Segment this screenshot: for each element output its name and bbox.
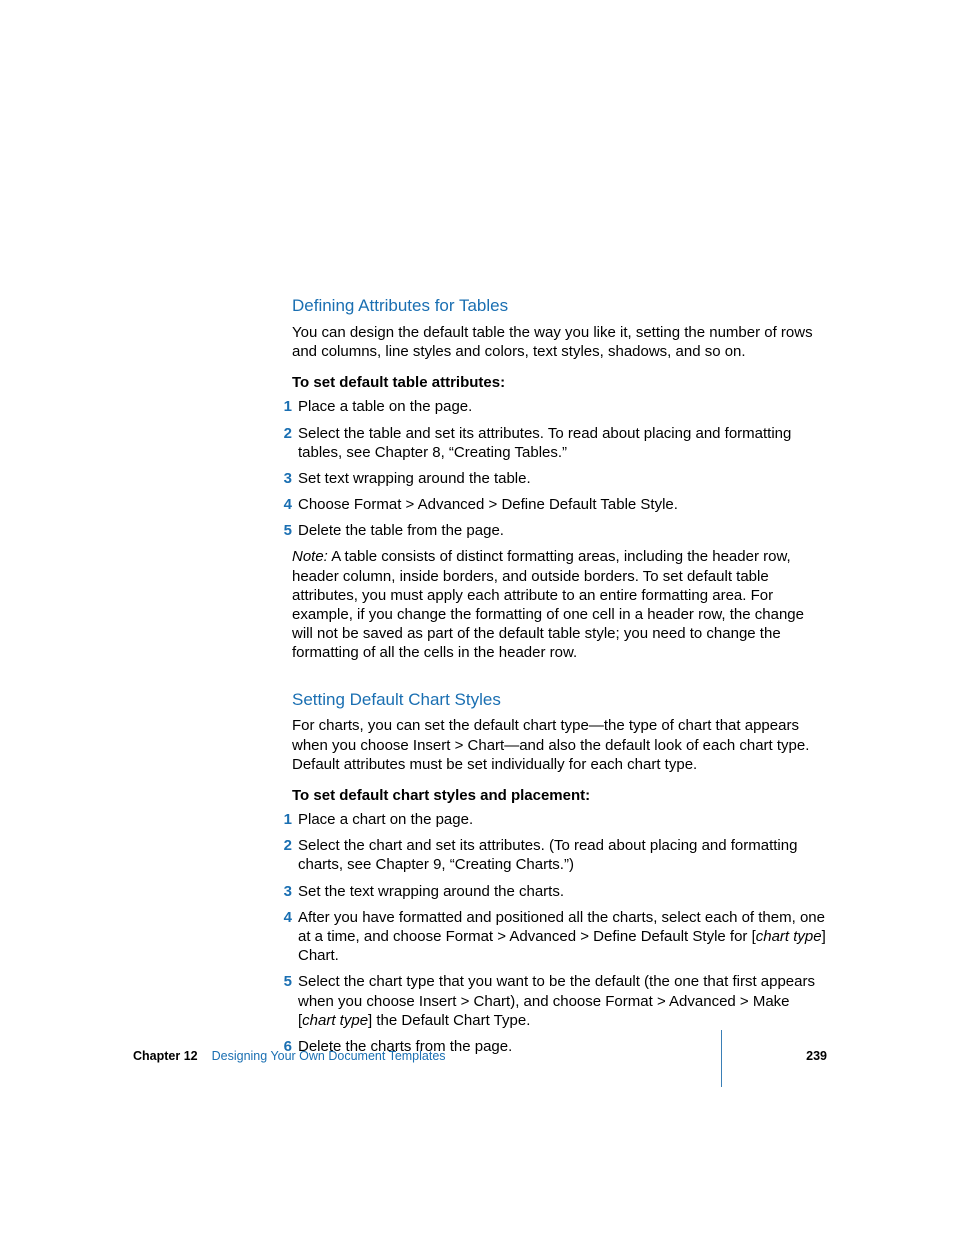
page-footer: Chapter 12 Designing Your Own Document T… [0,1049,954,1063]
step-number: 3 [275,469,292,488]
step-item: 1 Place a chart on the page. [275,810,826,829]
step-item: 5 Select the chart type that you want to… [275,972,826,1030]
step-number: 5 [275,521,292,540]
step-number: 5 [275,972,292,1030]
step-text: Select the chart and set its attributes.… [292,836,826,874]
step-number: 1 [275,810,292,829]
step-item: 4 Choose Format > Advanced > Define Defa… [275,495,826,514]
footer-rule [721,1030,722,1087]
procedure-subhead: To set default chart styles and placemen… [292,786,826,805]
note-paragraph: Note: A table consists of distinct forma… [292,547,826,662]
step-item: 4 After you have formatted and positione… [275,908,826,966]
procedure-subhead: To set default table attributes: [292,373,826,392]
intro-paragraph: For charts, you can set the default char… [292,716,826,774]
step-text: Delete the table from the page. [292,521,826,540]
step-number: 3 [275,882,292,901]
step-number: 2 [275,836,292,874]
section-heading: Setting Default Chart Styles [292,689,826,711]
step-text: Select the table and set its attributes.… [292,424,826,462]
step-number: 2 [275,424,292,462]
italic-term: chart type [302,1012,368,1029]
body-content: Defining Attributes for Tables You can d… [275,295,826,1056]
italic-term: chart type [756,928,822,945]
step-text: Place a chart on the page. [292,810,826,829]
step-text: Select the chart type that you want to b… [292,972,826,1030]
step-item: 2 Select the table and set its attribute… [275,424,826,462]
footer-chapter: Chapter 12 [133,1049,198,1063]
step-text: Choose Format > Advanced > Define Defaul… [292,495,826,514]
footer-title: Designing Your Own Document Templates [212,1049,807,1063]
section-heading: Defining Attributes for Tables [292,295,826,317]
step-text: Set text wrapping around the table. [292,469,826,488]
note-body: A table consists of distinct formatting … [292,548,804,661]
step-number: 4 [275,908,292,966]
page-number: 239 [806,1049,827,1063]
note-label: Note: [292,548,328,565]
step-item: 1 Place a table on the page. [275,397,826,416]
intro-paragraph: You can design the default table the way… [292,323,826,361]
step-item: 3 Set text wrapping around the table. [275,469,826,488]
step-item: 3 Set the text wrapping around the chart… [275,882,826,901]
step-number: 4 [275,495,292,514]
document-page: Defining Attributes for Tables You can d… [0,0,954,1235]
step-text: Set the text wrapping around the charts. [292,882,826,901]
step-item: 5 Delete the table from the page. [275,521,826,540]
step-item: 2 Select the chart and set its attribute… [275,836,826,874]
step-text: After you have formatted and positioned … [292,908,826,966]
step-text: Place a table on the page. [292,397,826,416]
step-number: 1 [275,397,292,416]
